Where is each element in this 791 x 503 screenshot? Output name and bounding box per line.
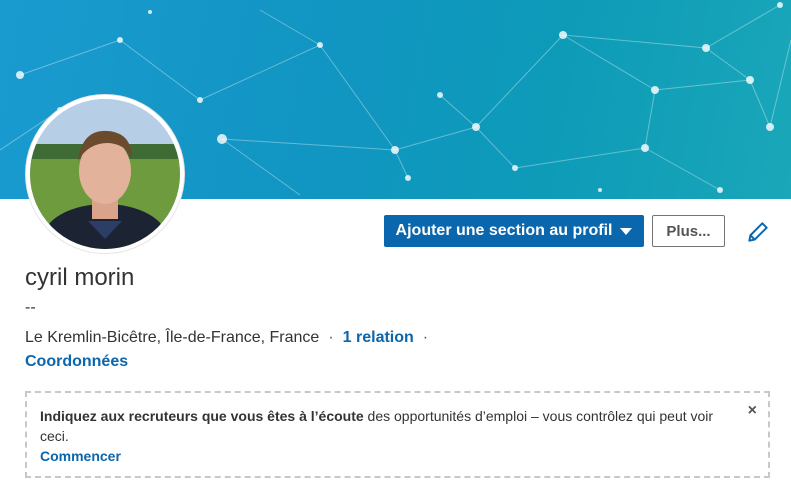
- separator-dot: ·: [328, 329, 334, 346]
- profile-headline: --: [25, 299, 36, 316]
- notice-text: Indiquez aux recruteurs que vous êtes à …: [40, 408, 713, 444]
- pencil-icon[interactable]: [745, 219, 771, 245]
- avatar[interactable]: [26, 95, 184, 253]
- connections-link[interactable]: 1 relation: [343, 329, 414, 347]
- close-icon[interactable]: ×: [748, 401, 757, 421]
- profile-name: cyril morin: [25, 264, 135, 291]
- more-button[interactable]: Plus...: [652, 215, 725, 247]
- open-to-work-notice: Indiquez aux recruteurs que vous êtes à …: [25, 391, 770, 478]
- caret-down-icon: [620, 227, 633, 235]
- add-profile-section-label: Ajouter une section au profil: [395, 222, 613, 239]
- profile-location: Le Kremlin-Bicêtre, Île-de-France, Franc…: [25, 329, 320, 346]
- profile-photo: [30, 99, 180, 249]
- profile-meta-row: Le Kremlin-Bicêtre, Île-de-France, Franc…: [25, 329, 437, 347]
- contact-info-link[interactable]: Coordonnées: [25, 353, 128, 371]
- start-link[interactable]: Commencer: [40, 446, 728, 466]
- separator-dot: ·: [422, 329, 429, 346]
- notice-bold-text: Indiquez aux recruteurs que vous êtes à …: [40, 408, 364, 424]
- add-profile-section-button[interactable]: Ajouter une section au profil: [384, 215, 644, 247]
